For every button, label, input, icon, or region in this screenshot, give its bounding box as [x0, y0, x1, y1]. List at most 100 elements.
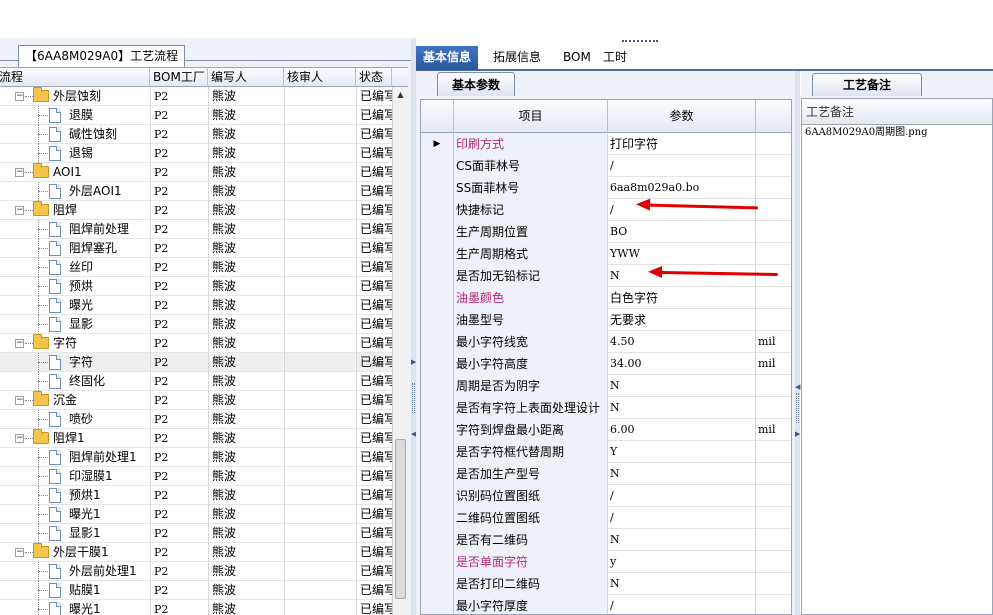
- param-value-field[interactable]: N: [608, 529, 756, 551]
- tab-process-flow[interactable]: 【6AA8M029A0】工艺流程: [18, 45, 186, 67]
- tree-scrollbar[interactable]: ▲: [392, 87, 408, 615]
- row-header[interactable]: [421, 353, 454, 375]
- row-header[interactable]: [421, 551, 454, 573]
- tab-top-1[interactable]: 拓展信息: [486, 46, 548, 70]
- param-row[interactable]: 是否单面字符 y: [421, 551, 791, 573]
- tab-process-remark[interactable]: 工艺备注: [812, 73, 923, 96]
- param-row[interactable]: 字符到焊盘最小距离 6.00 mil: [421, 419, 791, 441]
- row-header[interactable]: [421, 177, 454, 199]
- row-header[interactable]: [421, 287, 454, 309]
- param-row[interactable]: 最小字符线宽 4.50 mil: [421, 331, 791, 353]
- panel-grip[interactable]: [622, 40, 658, 43]
- param-row[interactable]: 油墨型号 无要求: [421, 309, 791, 331]
- tree-row-group[interactable]: − 外层蚀刻 P2 熊波 已编写: [0, 87, 392, 106]
- collapse-toggle-icon[interactable]: −: [15, 434, 24, 443]
- tab-top-0[interactable]: 基本信息: [416, 46, 479, 70]
- collapse-toggle-icon[interactable]: −: [15, 168, 24, 177]
- collapse-toggle-icon[interactable]: −: [15, 396, 24, 405]
- param-row[interactable]: 是否字符框代替周期 Y: [421, 441, 791, 463]
- param-row[interactable]: 是否打印二维码 N: [421, 573, 791, 595]
- row-header[interactable]: [421, 441, 454, 463]
- tree-row-group[interactable]: − 沉金 P2 熊波 已编写: [0, 391, 392, 410]
- tree-row-step[interactable]: 显影1 P2 熊波 已编写: [0, 524, 392, 543]
- tab-basic-params[interactable]: 基本参数: [437, 72, 516, 96]
- tree-row-group[interactable]: − AOI1 P2 熊波 已编写: [0, 163, 392, 182]
- tree-row-step[interactable]: 预烘1 P2 熊波 已编写: [0, 486, 392, 505]
- tree-row-step[interactable]: 喷砂 P2 熊波 已编写: [0, 410, 392, 429]
- tree-row-group[interactable]: − 外层干膜1 P2 熊波 已编写: [0, 543, 392, 562]
- tree-row-step[interactable]: 印湿膜1 P2 熊波 已编写: [0, 467, 392, 486]
- row-header[interactable]: [421, 573, 454, 595]
- param-row[interactable]: 是否有二维码 N: [421, 529, 791, 551]
- param-value-field[interactable]: /: [608, 155, 756, 177]
- param-row[interactable]: 周期是否为阴字 N: [421, 375, 791, 397]
- param-row[interactable]: 生产周期格式 YWW: [421, 243, 791, 265]
- scrollbar-thumb[interactable]: [395, 439, 406, 599]
- tab-top-2[interactable]: BOM: [556, 46, 598, 70]
- param-value-field[interactable]: 无要求: [608, 309, 756, 331]
- row-header[interactable]: [421, 243, 454, 265]
- param-value-field[interactable]: N: [608, 397, 756, 419]
- scroll-up-arrow-icon[interactable]: ▲: [393, 87, 408, 103]
- row-header[interactable]: [421, 375, 454, 397]
- right-splitter[interactable]: ◀ ▶: [795, 71, 800, 615]
- tree-row-step[interactable]: 曝光1 P2 熊波 已编写: [0, 505, 392, 524]
- param-value-field[interactable]: 6.00: [608, 419, 756, 441]
- collapse-toggle-icon[interactable]: −: [15, 339, 24, 348]
- tree-row-step[interactable]: 退锡 P2 熊波 已编写: [0, 144, 392, 163]
- splitter-grip[interactable]: [412, 383, 415, 413]
- tree-row-step[interactable]: 阻焊塞孔 P2 熊波 已编写: [0, 239, 392, 258]
- tree-row-step[interactable]: 丝印 P2 熊波 已编写: [0, 258, 392, 277]
- row-header[interactable]: [421, 529, 454, 551]
- tree-row-step[interactable]: 预烘 P2 熊波 已编写: [0, 277, 392, 296]
- tree-row-step[interactable]: 外层前处理1 P2 熊波 已编写: [0, 562, 392, 581]
- tree-row-step[interactable]: 阻焊前处理1 P2 熊波 已编写: [0, 448, 392, 467]
- param-value-field[interactable]: 白色字符: [608, 287, 756, 309]
- param-value-field[interactable]: Y: [608, 441, 756, 463]
- tree-row-step[interactable]: 外层AOI1 P2 熊波 已编写: [0, 182, 392, 201]
- param-row[interactable]: CS面菲林号 /: [421, 155, 791, 177]
- tree-row-step[interactable]: 退膜 P2 熊波 已编写: [0, 106, 392, 125]
- param-value-field[interactable]: N: [608, 463, 756, 485]
- collapse-right-arrow-icon[interactable]: ◀: [795, 383, 800, 391]
- param-value-field[interactable]: /: [608, 507, 756, 529]
- column-header-item[interactable]: 项目: [454, 100, 608, 133]
- param-value-field[interactable]: N: [608, 265, 756, 287]
- param-value-field[interactable]: 34.00: [608, 353, 756, 375]
- param-value-field[interactable]: /: [608, 485, 756, 507]
- param-value-field[interactable]: BO: [608, 221, 756, 243]
- param-row[interactable]: 最小字符厚度 /: [421, 595, 791, 614]
- row-header[interactable]: [421, 331, 454, 353]
- column-header-bom-factory[interactable]: BOM工厂: [150, 68, 208, 87]
- row-header[interactable]: [421, 199, 454, 221]
- column-header-param[interactable]: 参数: [608, 100, 756, 133]
- param-row[interactable]: 油墨颜色 白色字符: [421, 287, 791, 309]
- param-row[interactable]: 最小字符高度 34.00 mil: [421, 353, 791, 375]
- row-header[interactable]: [421, 463, 454, 485]
- param-value-field[interactable]: 4.50: [608, 331, 756, 353]
- row-header[interactable]: [421, 265, 454, 287]
- tree-row-step[interactable]: 阻焊前处理 P2 熊波 已编写: [0, 220, 392, 239]
- row-header[interactable]: [421, 155, 454, 177]
- tree-row-step[interactable]: 碱性蚀刻 P2 熊波 已编写: [0, 125, 392, 144]
- param-value-field[interactable]: N: [608, 375, 756, 397]
- tree-row-group[interactable]: − 阻焊1 P2 熊波 已编写: [0, 429, 392, 448]
- tree-row-step[interactable]: 贴膜1 P2 熊波 已编写: [0, 581, 392, 600]
- param-value-field[interactable]: 打印字符: [608, 133, 756, 155]
- row-header[interactable]: [421, 419, 454, 441]
- column-header-status[interactable]: 状态: [356, 68, 392, 87]
- row-header[interactable]: [421, 595, 454, 614]
- tree-row-group[interactable]: − 阻焊 P2 熊波 已编写: [0, 201, 392, 220]
- row-header[interactable]: [421, 507, 454, 529]
- collapse-toggle-icon[interactable]: −: [15, 548, 24, 557]
- param-row[interactable]: ▶ 印刷方式 打印字符: [421, 133, 791, 155]
- splitter-grip[interactable]: [796, 393, 799, 423]
- tree-row-step[interactable]: 终固化 P2 熊波 已编写: [0, 372, 392, 391]
- tree-row-step[interactable]: 显影 P2 熊波 已编写: [0, 315, 392, 334]
- param-value-field[interactable]: /: [608, 199, 756, 221]
- param-value-field[interactable]: /: [608, 595, 756, 614]
- current-row-indicator-icon[interactable]: ▶: [421, 133, 454, 155]
- collapse-toggle-icon[interactable]: −: [15, 206, 24, 215]
- param-row[interactable]: 快捷标记 /: [421, 199, 791, 221]
- param-row[interactable]: 识别码位置图纸 /: [421, 485, 791, 507]
